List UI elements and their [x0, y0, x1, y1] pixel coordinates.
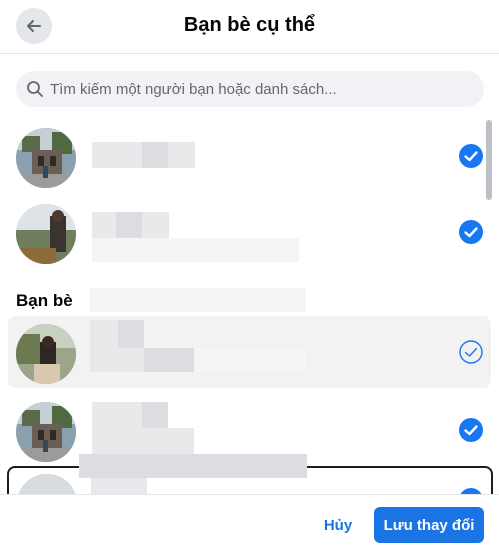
redacted-overlay	[90, 288, 306, 312]
friend-row[interactable]	[8, 120, 491, 192]
name-redacted	[90, 348, 144, 372]
search-icon	[27, 81, 43, 97]
avatar	[16, 402, 76, 462]
name-redacted	[142, 142, 168, 168]
name-redacted	[92, 212, 116, 238]
checked-circle-icon[interactable]	[459, 220, 483, 244]
name-redacted	[91, 478, 147, 494]
cancel-button[interactable]: Hủy	[310, 507, 366, 543]
avatar	[16, 128, 76, 188]
checked-circle-icon[interactable]	[459, 418, 483, 442]
avatar	[16, 324, 76, 384]
name-redacted	[116, 212, 142, 238]
name-redacted	[79, 454, 307, 478]
avatar	[16, 204, 76, 264]
friend-list[interactable]: Bạn bè	[0, 118, 499, 494]
section-title-friends: Bạn bè	[16, 291, 73, 310]
friend-row[interactable]	[8, 196, 491, 268]
name-redacted	[168, 142, 195, 168]
name-redacted	[194, 348, 306, 372]
save-changes-button[interactable]: Lưu thay đổi	[374, 507, 484, 543]
dialog-title: Bạn bè cụ thể	[183, 14, 316, 36]
name-redacted	[92, 402, 142, 428]
friend-row[interactable]	[7, 454, 493, 494]
name-redacted	[92, 428, 194, 454]
scrollbar[interactable]	[486, 118, 492, 494]
name-redacted	[92, 142, 142, 168]
name-redacted	[142, 212, 169, 238]
scrollbar-thumb[interactable]	[486, 120, 492, 200]
avatar	[17, 474, 77, 494]
search-box[interactable]	[16, 71, 484, 107]
name-redacted	[90, 320, 118, 348]
name-redacted	[92, 238, 299, 262]
name-redacted	[144, 348, 194, 372]
dialog-header: Bạn bè cụ thể	[0, 0, 499, 54]
name-redacted	[118, 320, 144, 348]
search-input[interactable]	[50, 80, 470, 98]
unchecked-circle-icon[interactable]	[459, 340, 483, 364]
dialog-footer: Hủy Lưu thay đổi	[0, 494, 499, 550]
name-redacted	[142, 402, 168, 428]
friend-row[interactable]	[8, 316, 491, 388]
checked-circle-icon[interactable]	[459, 144, 483, 168]
